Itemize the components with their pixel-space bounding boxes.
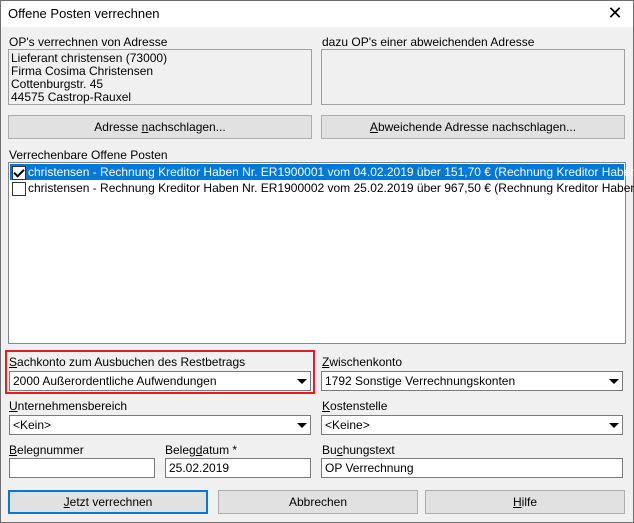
list-item-text: christensen - Rechnung Kreditor Haben Nr… [28, 165, 634, 179]
help-button[interactable]: Hilfe [425, 490, 625, 514]
other-address-label: dazu OP's einer abweichenden Adresse [322, 35, 535, 49]
address-line: 44575 Castrop-Rauxel [11, 90, 132, 104]
belegdatum-input[interactable]: 25.02.2019 [165, 458, 311, 478]
unternehmensbereich-label: Unternehmensbereich [9, 399, 127, 413]
kostenstelle-select[interactable]: <Keine> [321, 415, 623, 435]
input-value: 25.02.2019 [169, 461, 230, 475]
label-text: ostenstelle [330, 399, 388, 413]
lookup-address-button[interactable]: Adresse nachschlagen... [8, 115, 312, 139]
button-label-accel: H [512, 495, 522, 509]
belegnummer-input[interactable] [9, 458, 155, 478]
button-label: ilfe [521, 495, 537, 509]
select-value: 2000 Außerordentliche Aufwendungen [13, 374, 217, 388]
window-title: Offene Posten verrechnen [8, 6, 160, 21]
belegnummer-label: Belegnummer [9, 443, 84, 457]
chevron-down-icon[interactable] [293, 416, 310, 434]
posts-list: christensen - Rechnung Kreditor Haben Nr… [8, 162, 634, 344]
label-accel: U [9, 399, 18, 413]
select-value: 1792 Sonstige Verrechnungskonten [325, 374, 516, 388]
other-address-box [321, 49, 625, 105]
select-value: <Keine> [325, 418, 370, 432]
zwischenkonto-select[interactable]: 1792 Sonstige Verrechnungskonten [321, 371, 623, 391]
checkbox[interactable] [12, 181, 26, 196]
list-item[interactable]: christensen - Rechnung Kreditor Haben Nr… [10, 180, 634, 196]
select-value: <Kein> [13, 418, 52, 432]
checkbox-checked[interactable] [12, 165, 26, 180]
buchungstext-label: Buchungstext [322, 443, 395, 457]
chevron-down-icon[interactable] [293, 372, 310, 390]
button-label: etzt verrechnen [69, 495, 153, 509]
sachkonto-select[interactable]: 2000 Außerordentliche Aufwendungen [9, 371, 311, 391]
label-text: nternehmensbereich [17, 399, 128, 413]
chevron-down-icon[interactable] [605, 372, 622, 390]
list-item[interactable]: christensen - Rechnung Kreditor Haben Nr… [10, 164, 634, 180]
label-text: elegnummer [17, 443, 84, 457]
label-text: Bu [322, 443, 337, 457]
posts-label: Verrechenbare Offene Posten [9, 148, 168, 162]
sachkonto-label: Sachkonto zum Ausbuchen des Restbetrags [9, 355, 245, 369]
belegdatum-label: Belegdatum * [165, 443, 237, 457]
button-label: achschlagen... [148, 120, 226, 134]
primary-address-label: OP's verrechnen von Adresse [9, 35, 168, 49]
label-accel: B [9, 443, 18, 457]
chevron-down-icon[interactable] [605, 416, 622, 434]
list-item-text: christensen - Rechnung Kreditor Haben Nr… [28, 181, 634, 195]
label-accel: S [9, 355, 18, 369]
unternehmensbereich-select[interactable]: <Kein> [9, 415, 311, 435]
input-value: OP Verrechnung [325, 461, 414, 475]
button-label: bweichende Adresse nachschlagen... [377, 120, 577, 134]
label-text: Beleg [165, 443, 196, 457]
label-accel: K [322, 399, 331, 413]
cancel-button[interactable]: Abbrechen [218, 490, 418, 514]
primary-address-box: Lieferant christensen (73000) Firma Cosi… [8, 49, 312, 105]
button-label-accel: A [369, 120, 378, 134]
kostenstelle-label: Kostenstelle [322, 399, 387, 413]
label-text: wischenkonto [329, 355, 403, 369]
buchungstext-input[interactable]: OP Verrechnung [321, 458, 623, 478]
close-icon[interactable]: ✕ [598, 1, 632, 25]
label-text: achkonto zum Ausbuchen des Restbetrags [17, 355, 246, 369]
verrechnen-button[interactable]: Jetzt verrechnen [8, 490, 208, 514]
label-text: hungstext [342, 443, 395, 457]
button-label: Adresse [94, 120, 142, 134]
label-text: atum * [202, 443, 238, 457]
zwischenkonto-label: Zwischenkonto [322, 355, 402, 369]
lookup-other-address-button[interactable]: Abweichende Adresse nachschlagen... [321, 115, 625, 139]
